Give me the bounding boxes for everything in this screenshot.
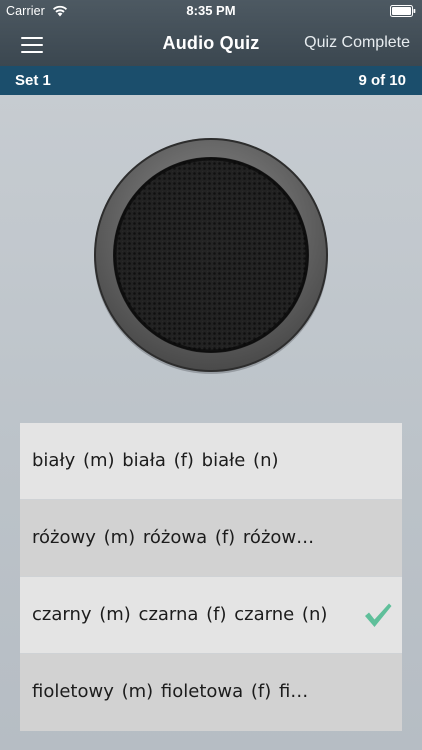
- answer-list: biały (m) biała (f) białe (n) różowy (m)…: [20, 423, 402, 731]
- set-label: Set 1: [15, 72, 51, 89]
- question-count: 9 of 10: [358, 72, 406, 89]
- answer-option[interactable]: różowy (m) różowa (f) różow…: [20, 500, 402, 577]
- nav-bar: Audio Quiz Quiz Complete: [0, 22, 422, 66]
- answer-text: czarny (m) czarna (f) czarne (n): [32, 604, 328, 625]
- status-bar: Carrier 8:35 PM: [0, 0, 422, 22]
- answer-option-correct[interactable]: czarny (m) czarna (f) czarne (n): [20, 577, 402, 654]
- speaker-grille-icon[interactable]: [92, 136, 330, 374]
- status-time: 8:35 PM: [186, 3, 236, 18]
- answer-option[interactable]: fioletowy (m) fioletowa (f) fi…: [20, 654, 402, 731]
- answer-text: biały (m) biała (f) białe (n): [32, 450, 279, 471]
- app-header: Carrier 8:35 PM Audio Quiz Quiz Complete: [0, 0, 422, 66]
- answer-text: różowy (m) różowa (f) różow…: [32, 527, 315, 548]
- progress-strip: Set 1 9 of 10: [0, 66, 422, 95]
- quiz-complete-button[interactable]: Quiz Complete: [304, 34, 410, 52]
- checkmark-icon: [365, 603, 392, 627]
- answer-option[interactable]: biały (m) biała (f) białe (n): [20, 423, 402, 500]
- answer-text: fioletowy (m) fioletowa (f) fi…: [32, 681, 309, 702]
- battery-icon: [390, 5, 416, 17]
